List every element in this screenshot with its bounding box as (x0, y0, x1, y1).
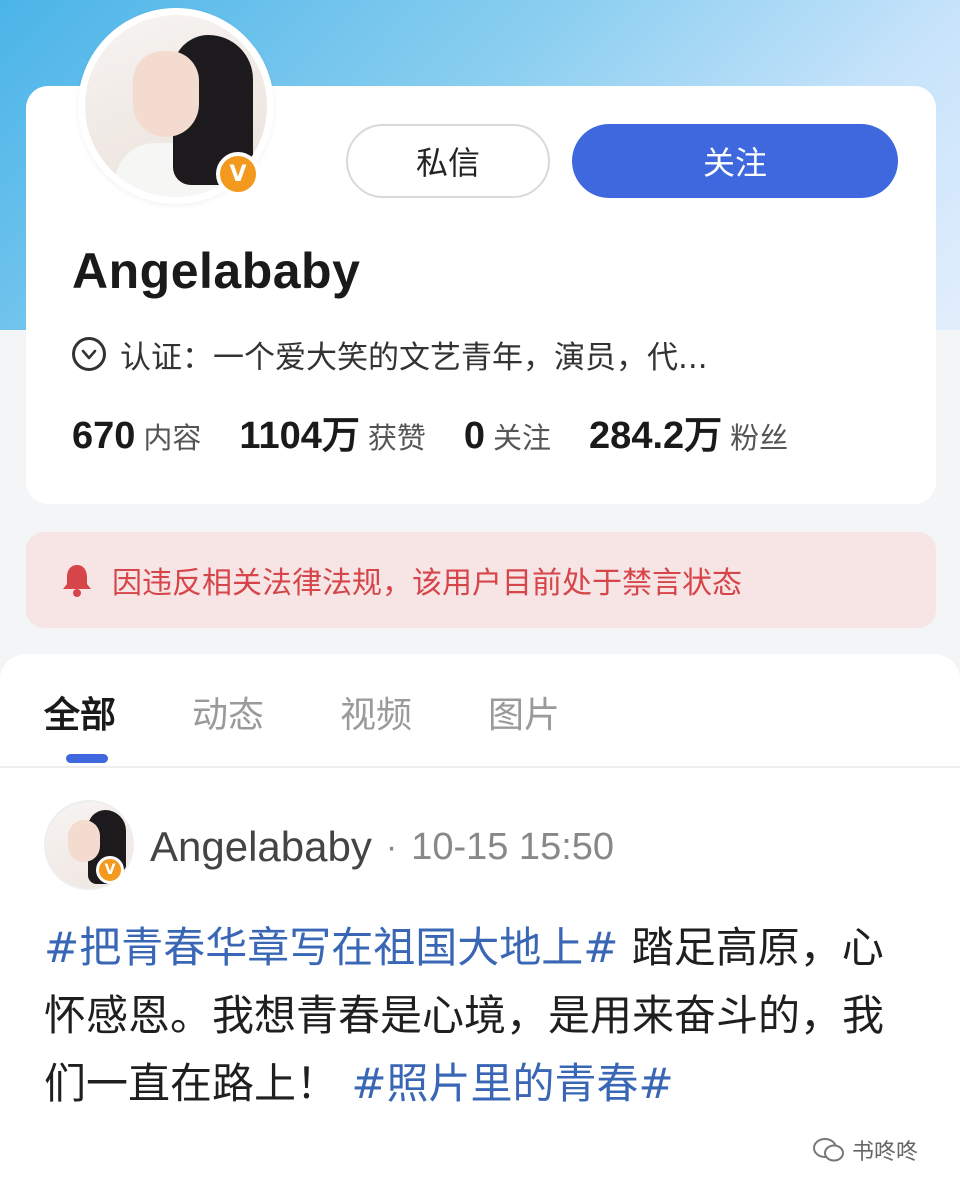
stat-followers[interactable]: 284.2万 粉丝 (589, 404, 788, 459)
post-timestamp: 10-15 15:50 (411, 825, 615, 868)
message-button[interactable]: 私信 (346, 124, 550, 198)
active-tab-indicator (66, 754, 108, 763)
post-meta: Angelababy · 10-15 15:50 (150, 820, 614, 874)
post-hashtag[interactable]: #照片里的青春# (351, 1059, 673, 1108)
follow-button[interactable]: 关注 (572, 124, 898, 198)
profile-username: Angelababy (72, 243, 361, 299)
stat-value: 0 (463, 415, 486, 457)
stat-likes[interactable]: 1104万 获赞 (239, 404, 425, 459)
tab-videos[interactable]: 视频 (340, 686, 412, 738)
stat-value: 670 (72, 415, 136, 457)
post-text: #把青春华章写在祖国大地上# 踏足高原，心怀感恩。我想青春是心境，是用来奋斗的，… (44, 914, 904, 1118)
stat-posts[interactable]: 670 内容 (72, 415, 201, 458)
bell-icon (63, 565, 91, 597)
stat-following[interactable]: 0 关注 (464, 415, 551, 458)
post-author-name[interactable]: Angelababy (150, 823, 372, 871)
post-hashtag[interactable]: #把青春华章写在祖国大地上# (44, 923, 618, 972)
stat-value: 1104万 (239, 415, 360, 457)
stat-label: 粉丝 (730, 421, 789, 455)
post-verified-badge-icon: V (96, 856, 124, 884)
stat-value: 284.2万 (589, 415, 723, 457)
verified-check-icon (72, 337, 106, 371)
wechat-icon (813, 1138, 844, 1162)
profile-stats: 670 内容 1104万 获赞 0 关注 284.2万 粉丝 (72, 404, 788, 460)
watermark-text: 书咚咚 (852, 1140, 919, 1165)
stat-label: 内容 (143, 421, 202, 455)
stat-label: 关注 (493, 421, 552, 455)
meta-separator: · (385, 827, 398, 866)
tab-all[interactable]: 全部 (44, 686, 116, 738)
verification-text: 认证：一个爱大笑的文艺青年，演员，代... (120, 339, 708, 376)
verified-badge-icon: V (216, 152, 260, 196)
tab-updates[interactable]: 动态 (192, 686, 264, 738)
ban-notice-text: 因违反相关法律法规，该用户目前处于禁言状态 (112, 566, 742, 601)
verification-row[interactable]: 认证：一个爱大笑的文艺青年，演员，代... (72, 334, 708, 376)
watermark: 书咚咚 (812, 1132, 918, 1168)
ban-notice-banner: 因违反相关法律法规，该用户目前处于禁言状态 (26, 532, 936, 628)
stat-label: 获赞 (367, 421, 426, 455)
content-tabs: 全部 动态 视频 图片 (0, 656, 960, 768)
tab-photos[interactable]: 图片 (488, 686, 560, 738)
